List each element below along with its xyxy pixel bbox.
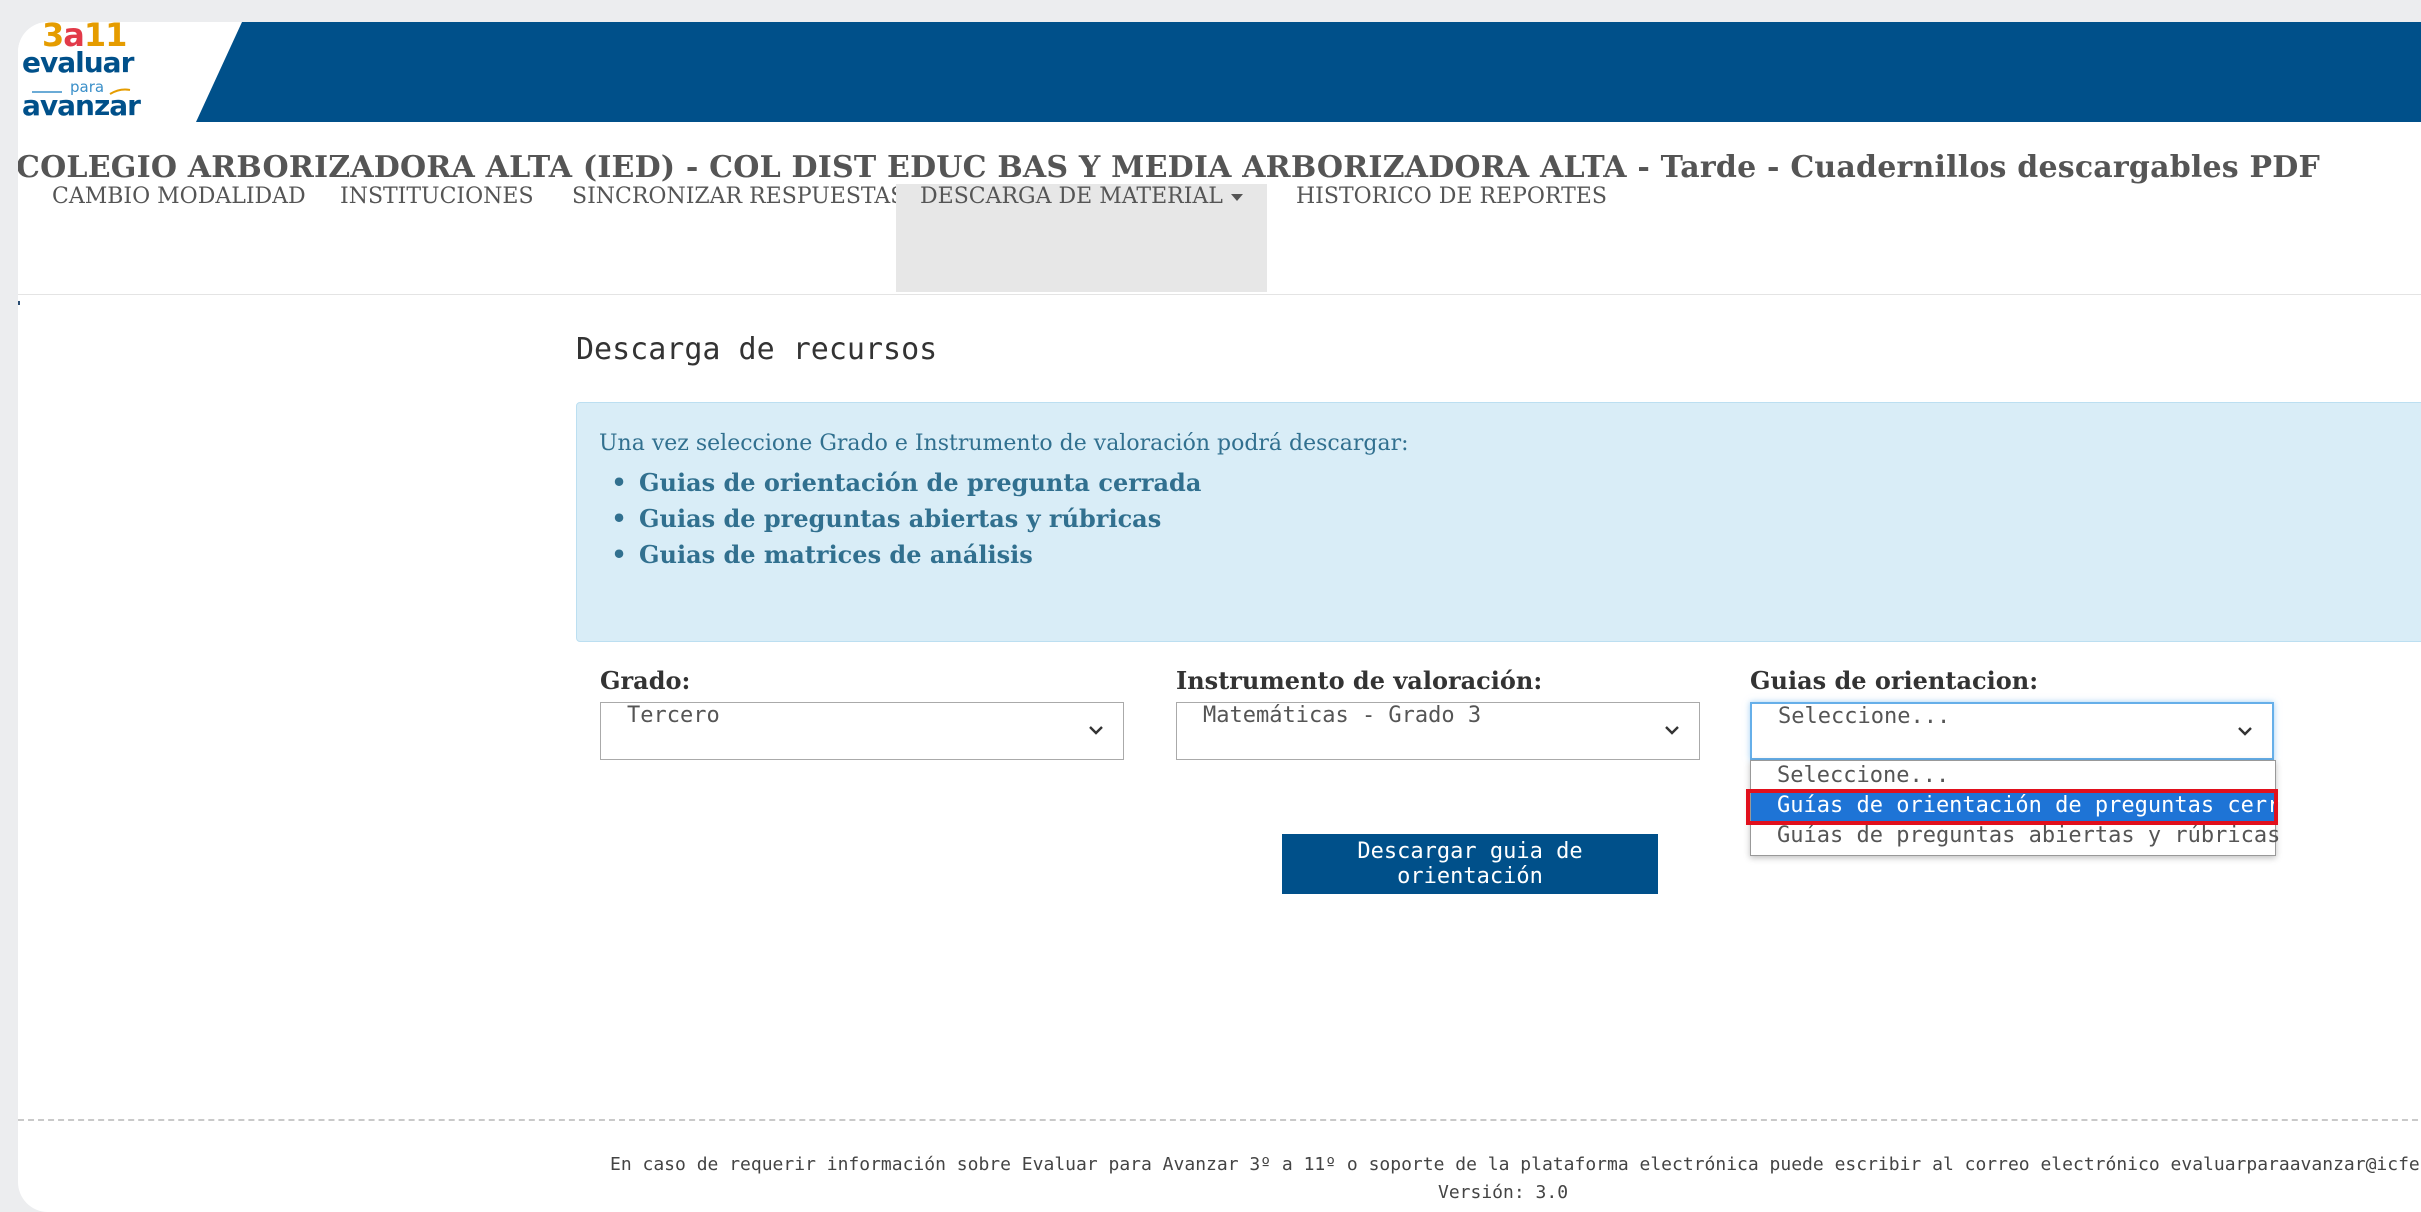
list-item: • Guias de preguntas abiertas y rúbricas <box>611 504 1162 533</box>
chevron-down-icon <box>1665 726 1679 735</box>
logo-word-evaluar: evaluar <box>22 46 134 79</box>
header: 3a11 evaluar para avanzar <box>18 22 2421 122</box>
footer-version: Versión: 3.0 <box>1438 1182 1569 1203</box>
footer-contact-text: En caso de requerir información sobre Ev… <box>610 1154 2421 1175</box>
instrumento-select[interactable]: Matemáticas - Grado 3 <box>1176 702 1700 760</box>
footer-divider <box>18 1119 2421 1121</box>
header-band <box>196 22 2421 122</box>
logo-word-avanzar: avanzar <box>22 89 141 122</box>
nav-item-descarga-de-material[interactable]: DESCARGA DE MATERIAL <box>896 184 1267 292</box>
page-title: COLEGIO ARBORIZADORA ALTA (IED) - COL DI… <box>18 150 2321 185</box>
nav-accent-line <box>18 301 20 305</box>
guias-dropdown-list: Seleccione... Guías de orientación de pr… <box>1750 760 2333 856</box>
nav-item-historico-de-reportes[interactable]: HISTORICO DE REPORTES <box>1272 184 1631 292</box>
grado-select[interactable]: Tercero <box>600 702 1124 760</box>
guias-select-value: Seleccione... <box>1778 704 1951 729</box>
grado-label: Grado: <box>600 666 691 695</box>
nav-item-sincronizar-respuestas[interactable]: SINCRONIZAR RESPUESTAS <box>548 184 929 292</box>
instrumento-label: Instrumento de valoración: <box>1176 666 1543 695</box>
list-item: • Guias de matrices de análisis <box>611 540 1033 569</box>
instrumento-select-value: Matemáticas - Grado 3 <box>1203 703 1482 728</box>
guias-select[interactable]: Seleccione... <box>1750 702 2274 760</box>
dropdown-option-preguntas-abiertas[interactable]: Guías de preguntas abiertas y rúbricas <box>1751 823 2280 853</box>
chevron-down-icon <box>1089 726 1103 735</box>
logo[interactable]: 3a11 evaluar para avanzar <box>20 22 190 122</box>
grado-select-value: Tercero <box>627 703 720 728</box>
section-title: Descarga de recursos <box>576 332 938 367</box>
guias-label: Guias de orientacion: <box>1750 666 2039 695</box>
caret-down-icon <box>1230 193 1243 201</box>
chevron-down-icon <box>2238 727 2252 736</box>
info-intro: Una vez seleccione Grado e Instrumento d… <box>599 431 1409 456</box>
dropdown-option-preguntas-cerradas[interactable]: Guías de orientación de preguntas cerrad… <box>1751 793 2333 823</box>
main-nav: CAMBIO MODALIDAD INSTITUCIONES SINCRONIZ… <box>18 184 2421 295</box>
list-item: • Guias de orientación de pregunta cerrad… <box>611 468 1202 497</box>
nav-item-cambio-modalidad[interactable]: CAMBIO MODALIDAD <box>28 184 330 292</box>
app-window: 3a11 evaluar para avanzar COLEGIO ARBORI… <box>18 22 2421 1212</box>
nav-item-instituciones[interactable]: INSTITUCIONES <box>316 184 558 292</box>
info-list: • Guias de orientación de pregunta cerrad… <box>599 465 1201 573</box>
info-alert: Una vez seleccione Grado e Instrumento d… <box>576 402 2421 642</box>
dropdown-option-seleccione[interactable]: Seleccione... <box>1751 763 2275 793</box>
download-guide-button[interactable]: Descargar guia de orientación <box>1282 834 1658 894</box>
